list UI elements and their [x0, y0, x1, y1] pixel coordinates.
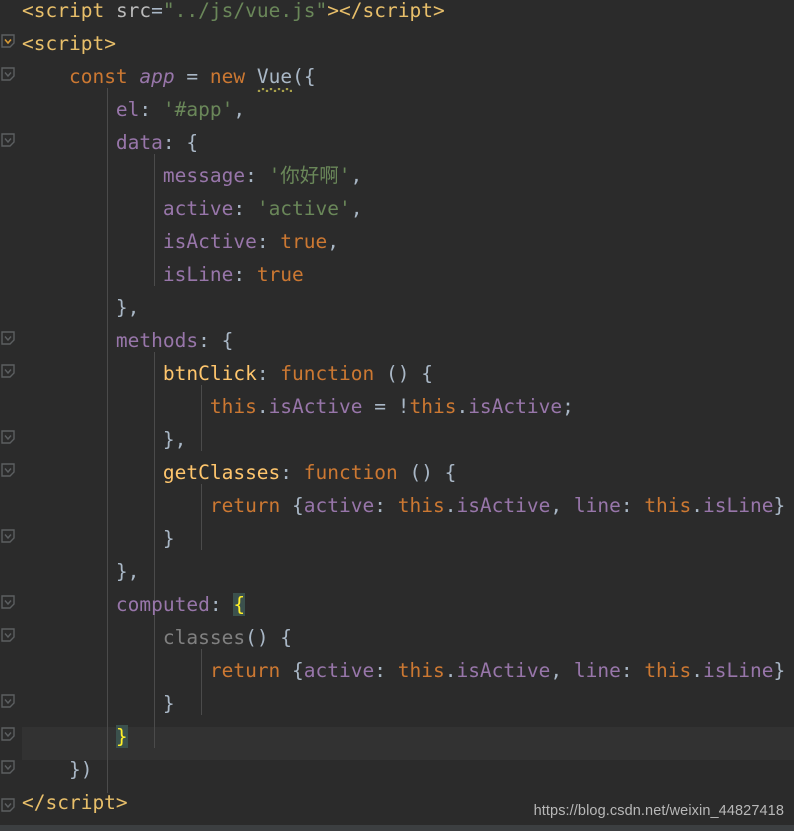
- token-keyword-this: this: [209, 395, 257, 418]
- token-prop-computed: computed: [115, 593, 210, 616]
- code-content[interactable]: <script src="../js/vue.js"></script> <sc…: [0, 0, 794, 831]
- token-identifier-vue: Vue: [256, 60, 293, 93]
- token-attribute: src: [115, 0, 152, 22]
- code-line[interactable]: return {active: this.isActive, line: thi…: [0, 489, 794, 522]
- code-line[interactable]: el: '#app',: [0, 93, 794, 126]
- editor-bottom-edge: [0, 825, 794, 831]
- editor-gutter[interactable]: [0, 0, 22, 831]
- fold-arrow-icon[interactable]: [1, 364, 16, 379]
- token-keyword-this: this: [409, 395, 457, 418]
- token-prop-el: el: [115, 98, 140, 121]
- token-prop-active: active: [303, 494, 375, 517]
- token-fn-getclasses: getClasses: [162, 461, 281, 484]
- code-line[interactable]: <script src="../js/vue.js"></script>: [0, 0, 794, 27]
- code-line[interactable]: return {active: this.isActive, line: thi…: [0, 654, 794, 687]
- token-prop-active: active: [162, 197, 234, 220]
- code-line-current[interactable]: }: [0, 720, 794, 753]
- token-string: 'active': [256, 197, 351, 220]
- code-line[interactable]: classes() {: [0, 621, 794, 654]
- token-prop-active: active: [303, 659, 375, 682]
- token-prop-message: message: [162, 164, 246, 187]
- token-prop-isline: isLine: [703, 494, 774, 517]
- code-editor[interactable]: <script src="../js/vue.js"></script> <sc…: [0, 0, 794, 831]
- fold-arrow-icon[interactable]: [1, 694, 16, 709]
- token-string: "../js/vue.js": [162, 0, 328, 22]
- token-keyword-this: this: [644, 494, 692, 517]
- code-line[interactable]: const app = new Vue({: [0, 60, 794, 93]
- fold-arrow-icon[interactable]: [1, 595, 16, 610]
- code-line[interactable]: btnClick: function () {: [0, 357, 794, 390]
- code-line[interactable]: },: [0, 423, 794, 456]
- code-line[interactable]: },: [0, 291, 794, 324]
- token-keyword-new: new: [209, 65, 246, 88]
- token-string-cjk: '你好啊': [268, 164, 351, 187]
- code-line[interactable]: }): [0, 753, 794, 786]
- token-prop-line: line: [573, 494, 621, 517]
- token-keyword-true: true: [256, 263, 304, 286]
- token-tag-close: </script>: [339, 0, 445, 22]
- token-keyword-true: true: [280, 230, 328, 253]
- code-line[interactable]: }: [0, 687, 794, 720]
- fold-arrow-icon[interactable]: [1, 798, 16, 813]
- watermark-url: https://blog.csdn.net/weixin_44827418: [533, 803, 784, 819]
- token-keyword-this: this: [644, 659, 692, 682]
- token-string: '#app': [162, 98, 234, 121]
- code-line[interactable]: },: [0, 555, 794, 588]
- fold-arrow-icon[interactable]: [1, 331, 16, 346]
- code-line[interactable]: computed: {: [0, 588, 794, 621]
- token-fn-btnclick: btnClick: [162, 362, 257, 385]
- fold-arrow-icon[interactable]: [1, 628, 16, 643]
- token-keyword-return: return: [209, 494, 281, 517]
- code-line[interactable]: active: 'active',: [0, 192, 794, 225]
- token-prop-isactive: isActive: [456, 659, 551, 682]
- token-prop-isline: isLine: [703, 659, 774, 682]
- token-keyword-return: return: [209, 659, 281, 682]
- code-line[interactable]: message: '你好啊',: [0, 159, 794, 192]
- fold-arrow-icon[interactable]: [1, 760, 16, 775]
- code-line[interactable]: isLine: true: [0, 258, 794, 291]
- token-keyword-function: function: [280, 362, 375, 385]
- fold-arrow-icon[interactable]: [1, 67, 16, 82]
- token-prop-isactive: isActive: [468, 395, 563, 418]
- token-prop-line: line: [573, 659, 621, 682]
- code-line[interactable]: }: [0, 522, 794, 555]
- token-prop-isline: isLine: [162, 263, 234, 286]
- code-line[interactable]: <script>: [0, 27, 794, 60]
- token-keyword-this: this: [397, 494, 445, 517]
- matched-brace-open: {: [233, 593, 246, 616]
- matched-brace-close: }: [115, 725, 128, 748]
- code-line[interactable]: this.isActive = !this.isActive;: [0, 390, 794, 423]
- token-prop-isactive: isActive: [456, 494, 551, 517]
- token-prop-isactive: isActive: [268, 395, 363, 418]
- code-line[interactable]: methods: {: [0, 324, 794, 357]
- fold-arrow-icon[interactable]: [1, 727, 16, 742]
- fold-arrow-icon[interactable]: [1, 34, 16, 49]
- fold-arrow-icon[interactable]: [1, 529, 16, 544]
- code-line[interactable]: data: {: [0, 126, 794, 159]
- token-tag: <script: [22, 32, 105, 55]
- token-tag-close: </script>: [22, 791, 128, 814]
- code-line[interactable]: getClasses: function () {: [0, 456, 794, 489]
- token-keyword-this: this: [397, 659, 445, 682]
- code-line[interactable]: isActive: true,: [0, 225, 794, 258]
- token-prop-methods: methods: [115, 329, 199, 352]
- token-prop-data: data: [115, 131, 163, 154]
- token-identifier-app: app: [139, 65, 175, 88]
- token-fn-classes: classes: [162, 626, 246, 649]
- fold-arrow-icon[interactable]: [1, 463, 16, 478]
- fold-arrow-icon[interactable]: [1, 133, 16, 148]
- token-keyword-function: function: [303, 461, 398, 484]
- token-prop-isactive: isActive: [162, 230, 257, 253]
- token-keyword-const: const: [68, 65, 128, 88]
- fold-arrow-icon[interactable]: [1, 430, 16, 445]
- token-tag: <script: [22, 0, 105, 22]
